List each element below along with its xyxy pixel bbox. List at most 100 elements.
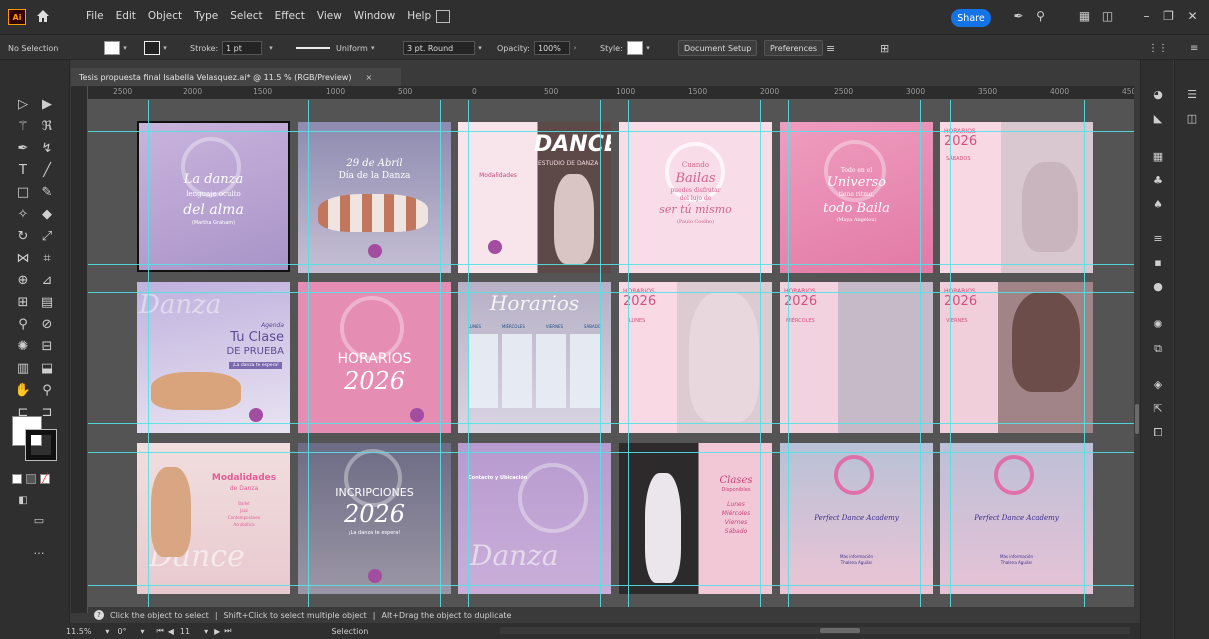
color-mode-icons[interactable]: ╱ (12, 474, 56, 486)
libraries-icon[interactable]: ◈ (1151, 378, 1165, 392)
zoom-tool-icon[interactable]: ⚲ (36, 380, 58, 400)
style-swatch[interactable] (627, 41, 643, 55)
workspace-icon[interactable]: ▦ (1077, 9, 1092, 24)
guide-line[interactable] (88, 292, 1134, 293)
guide-line[interactable] (308, 100, 309, 613)
rotate-icon[interactable]: ↻ (12, 226, 34, 246)
rectangle-tool-icon[interactable]: □ (12, 182, 34, 202)
menu-object[interactable]: Object (142, 10, 188, 22)
artboard-horarios-miercoles[interactable]: HORARIOS 2026 MIÉRCOLES (780, 282, 933, 433)
free-transform-icon[interactable]: ⌗ (36, 248, 58, 268)
graphic-styles-icon[interactable]: ♠ (1151, 198, 1165, 212)
artboard-dia-danza[interactable]: 29 de Abril Día de la Danza (298, 122, 451, 273)
paintbrush-icon[interactable]: ✎ (36, 182, 58, 202)
guide-line[interactable] (88, 131, 1134, 132)
chevron-down-icon[interactable]: ▾ (475, 41, 485, 55)
stroke-profile[interactable]: Uniform (336, 44, 368, 53)
document-setup-button[interactable]: Document Setup (678, 40, 758, 56)
fill-stroke-icon[interactable] (12, 416, 58, 461)
artboard-horarios-sabados[interactable]: HORARIOS 2026 SÁBADOS (940, 122, 1093, 273)
guide-line[interactable] (1084, 100, 1085, 613)
shape-builder-icon[interactable]: ⊕ (12, 270, 34, 290)
chevron-down-icon[interactable]: ▾ (266, 41, 276, 55)
appearance-icon[interactable]: ✺ (1151, 318, 1165, 332)
guide-line[interactable] (440, 100, 441, 613)
stroke-swatch[interactable] (144, 41, 160, 55)
guide-line[interactable] (88, 423, 1134, 424)
chevron-down-icon[interactable]: ▾ (643, 41, 653, 55)
horizontal-ruler[interactable]: 2500 2000 1500 1000 500 0 500 1000 1500 2000 2500 3… (88, 86, 1141, 100)
curvature-icon[interactable]: ↯ (36, 138, 58, 158)
last-artboard-icon[interactable]: ⏭ (224, 626, 231, 636)
artboard-academy-1[interactable]: Perfect Dance Academy Más información Th… (780, 443, 933, 594)
menu-window[interactable]: Window (348, 10, 401, 22)
horizontal-scrollbar[interactable] (500, 627, 1130, 634)
zoom-level[interactable]: 11.5% (66, 627, 91, 636)
column-graph-icon[interactable]: ▥ (12, 358, 34, 378)
artboard-horarios-2026[interactable]: HORARIOS 2026 (298, 282, 451, 433)
swatches-panel-icon[interactable]: ◣ (1151, 112, 1165, 126)
draw-mode-icon[interactable]: ◧ (12, 490, 34, 510)
guide-line[interactable] (628, 100, 629, 613)
artboards-panel-icon[interactable]: ⧠ (1151, 426, 1165, 440)
restore-icon[interactable]: ❐ (1161, 9, 1176, 24)
canvas[interactable]: La danza lenguaje oculto del alma (Marth… (88, 100, 1134, 613)
artboard-number[interactable]: 11 (180, 627, 190, 636)
layers-panel-icon[interactable]: ⧉ (1151, 342, 1165, 356)
guide-line[interactable] (760, 100, 761, 613)
artboard-clases[interactable]: Clases Disponibles Lunes Miércoles Viern… (619, 443, 772, 594)
symbols-panel-icon[interactable]: ♣ (1151, 174, 1165, 188)
artboard-clase-prueba[interactable]: Danza Agenda Tu Clase DE PRUEBA ¡La danz… (137, 282, 290, 433)
chevron-down-icon[interactable]: ▾ (120, 41, 130, 55)
artboard-academy-2[interactable]: Perfect Dance Academy Más información Th… (940, 443, 1093, 594)
perspective-icon[interactable]: ⊿ (36, 270, 58, 290)
rotation-value[interactable]: 0° (117, 627, 126, 636)
document-tab[interactable]: Tesis propuesta final Isabella Velasquez… (71, 68, 401, 86)
transparency-icon[interactable]: ● (1151, 280, 1165, 294)
align-icon[interactable]: ≡ (826, 40, 835, 56)
layers-icon[interactable]: ◫ (1185, 112, 1199, 126)
chevron-down-icon[interactable]: ▾ (105, 627, 109, 636)
close-tab-icon[interactable]: × (365, 73, 372, 82)
magic-wand-icon[interactable]: ⚚ (12, 116, 34, 136)
guide-line[interactable] (148, 100, 149, 613)
chevron-down-icon[interactable]: ▾ (160, 41, 170, 55)
menu-view[interactable]: View (311, 10, 348, 22)
menu-edit[interactable]: Edit (110, 10, 142, 22)
graph-icon[interactable]: ⊟ (36, 336, 58, 356)
chevron-down-icon[interactable]: ▾ (368, 41, 378, 55)
gradient-icon[interactable]: ▤ (36, 292, 58, 312)
blend-icon[interactable]: ⊘ (36, 314, 58, 334)
mesh-icon[interactable]: ⊞ (12, 292, 34, 312)
brushes-panel-icon[interactable]: ▦ (1151, 150, 1165, 164)
pen-icon[interactable]: ✒ (1011, 9, 1026, 24)
vertical-ruler[interactable] (71, 86, 88, 613)
guide-line[interactable] (950, 100, 951, 613)
scale-icon[interactable]: ⤢ (36, 226, 58, 246)
guide-line[interactable] (468, 100, 469, 613)
guide-line[interactable] (600, 100, 601, 613)
scroll-thumb[interactable] (820, 628, 860, 633)
fill-swatch[interactable] (104, 41, 120, 55)
search-icon[interactable]: ⚲ (1033, 9, 1048, 24)
menu-select[interactable]: Select (224, 10, 268, 22)
panel-icon[interactable]: ◫ (1100, 9, 1115, 24)
help-icon[interactable]: ? (94, 610, 104, 620)
artboard-modalidades[interactable]: Modalidades de Danza Ballet Jazz Contemp… (137, 443, 290, 594)
chevron-right-icon[interactable]: › (570, 41, 580, 55)
app-logo[interactable]: Ai (8, 9, 26, 25)
artboard-contacto[interactable]: Contacto y Ubicación Danza (458, 443, 611, 594)
line-tool-icon[interactable]: ╱ (36, 160, 58, 180)
artboard-horarios-viernes[interactable]: HORARIOS 2026 VIERNES (940, 282, 1093, 433)
opacity-field[interactable]: 100% (534, 41, 570, 55)
gradient-panel-icon[interactable]: ▪ (1151, 256, 1165, 270)
next-artboard-icon[interactable]: ▶ (214, 627, 220, 636)
artboard-inscripciones[interactable]: INCRIPCIONES 2026 ¡La danza te espera! (298, 443, 451, 594)
eraser-icon[interactable]: ◆ (36, 204, 58, 224)
direct-selection-icon[interactable]: ▶ (36, 94, 58, 114)
lasso-icon[interactable]: ℜ (36, 116, 58, 136)
width-tool-icon[interactable]: ⋈ (12, 248, 34, 268)
artboard-tabla-horarios[interactable]: Horarios LUNES MIÉRCOLES VIERNES SÁBADO (458, 282, 611, 433)
symbol-sprayer-icon[interactable]: ✺ (12, 336, 34, 356)
menu-type[interactable]: Type (188, 10, 224, 22)
